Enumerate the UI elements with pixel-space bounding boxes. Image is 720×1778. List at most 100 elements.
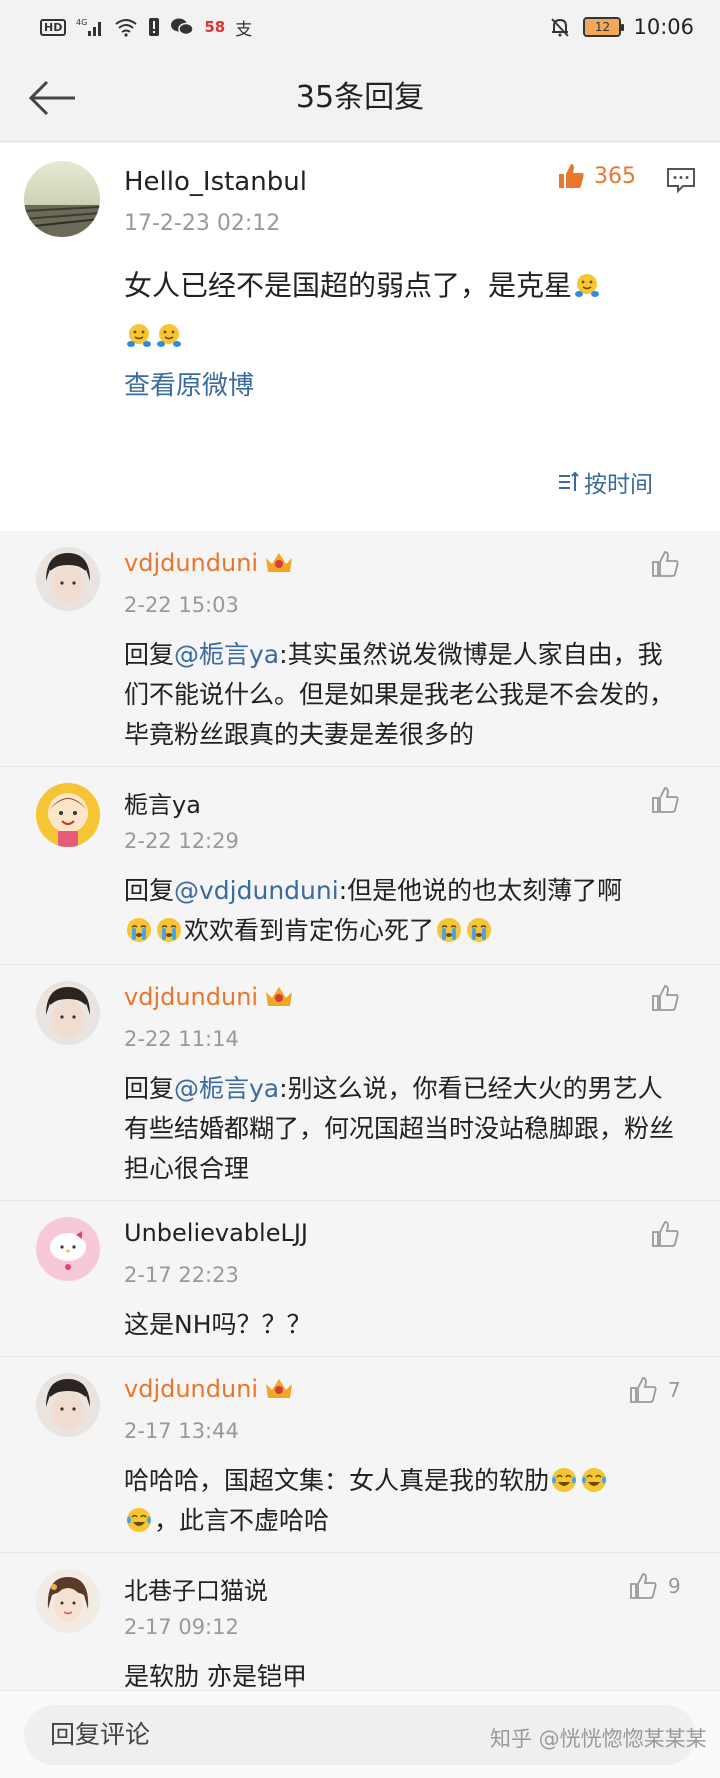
comment-username[interactable]: UnbelievableLJJ — [124, 1219, 308, 1247]
arrow-left-icon — [28, 80, 75, 116]
post-like-count: 365 — [594, 163, 636, 189]
app-58-icon: 58 — [204, 18, 226, 36]
comment-icon — [667, 168, 695, 194]
svg-text:4G: 4G — [76, 18, 87, 27]
sort-by-time-button[interactable]: 按时间 — [558, 465, 653, 499]
crying-emoji-icon — [437, 918, 462, 942]
thumbs-up-icon — [559, 164, 584, 188]
comment-text: 哈哈哈，国超文集：女人真是我的软肋 ，此言不虚哈哈 — [124, 1461, 684, 1541]
comment-item: 北巷子口猫说 2-17 09:12 9 是软肋 亦是铠甲 — [0, 1553, 720, 1693]
status-time: 10:06 — [633, 15, 694, 39]
reply-prefix: 回复 — [124, 1074, 175, 1103]
thumbs-up-icon — [652, 985, 679, 1011]
avatar[interactable] — [36, 1217, 100, 1281]
nav-bar: 35条回复 — [0, 54, 720, 142]
hug-emoji-icon — [575, 274, 600, 297]
sort-icon — [559, 471, 579, 491]
reply-prefix: 回复 — [124, 876, 175, 905]
comment-body-continued: 欢欢看到肯定伤心死了 — [184, 916, 435, 945]
avatar[interactable] — [36, 783, 100, 847]
wechat-icon — [170, 17, 195, 37]
comment-button[interactable] — [666, 165, 698, 197]
comment-item: vdjdunduni 2-22 15:03 回复@栀言ya:其实虽然说发微博是人… — [0, 531, 720, 767]
username-text: 北巷子口猫说 — [124, 1577, 268, 1605]
thumbs-up-icon — [652, 1221, 679, 1247]
comment-like-button[interactable] — [650, 785, 680, 815]
page-title: 35条回复 — [295, 80, 425, 115]
comment-body: 这是NH吗？？？ — [124, 1310, 312, 1339]
comment-like-button[interactable]: 9 — [628, 1571, 681, 1601]
hug-emoji-icon — [157, 324, 181, 347]
laugh-cry-emoji-icon — [127, 1508, 151, 1532]
comment-body: :但是他说的也太刻薄了啊 — [338, 876, 623, 905]
comment-text: 回复@栀言ya:其实虽然说发微博是人家自由，我们不能说什么。但是如果是我老公我是… — [124, 635, 684, 755]
hug-emoji-icon — [127, 324, 151, 347]
mention-link[interactable]: @vdjdunduni — [174, 876, 339, 905]
battery-level: 12 — [585, 19, 620, 35]
comment-like-button[interactable]: 7 — [628, 1375, 681, 1405]
thumbs-up-icon — [630, 1573, 657, 1599]
username-text: vdjdunduni — [124, 549, 259, 577]
mute-bell-icon — [549, 16, 571, 38]
avatar[interactable] — [36, 1569, 100, 1633]
comment-like-button[interactable] — [650, 1219, 680, 1249]
original-post: Hello_Istanbul 17-2-23 02:12 365 女人已经不是国… — [0, 143, 720, 531]
comment-like-button[interactable] — [650, 549, 680, 579]
comment-item: UnbelievableLJJ 2-17 22:23 这是NH吗？？？ — [0, 1201, 720, 1357]
comment-body: 是软肋 亦是铠甲 — [124, 1662, 307, 1691]
comment-timestamp: 2-17 22:23 — [124, 1263, 239, 1287]
post-timestamp: 17-2-23 02:12 — [124, 211, 281, 236]
signal-icon: 4G — [76, 17, 104, 37]
comment-like-button[interactable] — [650, 983, 680, 1013]
comment-timestamp: 2-17 09:12 — [124, 1615, 239, 1639]
reply-prefix: 回复 — [124, 640, 175, 669]
sort-label: 按时间 — [584, 472, 653, 498]
alert-icon — [148, 17, 160, 37]
comment-item: 栀言ya 2-22 12:29 回复@vdjdunduni:但是他说的也太刻薄了… — [0, 767, 720, 965]
crying-emoji-icon — [467, 918, 492, 942]
thumbs-up-icon — [652, 787, 679, 813]
username-text: vdjdunduni — [124, 983, 259, 1011]
vip-crown-icon — [266, 1379, 293, 1398]
avatar[interactable] — [36, 1373, 100, 1437]
reply-bar: 回复评论 知乎 @恍恍惚惚某某某 — [0, 1690, 720, 1778]
mention-link[interactable]: @栀言ya — [174, 1074, 279, 1103]
mention-link[interactable]: @栀言ya — [174, 640, 279, 669]
comment-text: 回复@栀言ya:别这么说，你看已经大火的男艺人 有些结婚都糊了，何况国超当时没站… — [124, 1069, 684, 1189]
comment-text: 这是NH吗？？？ — [124, 1305, 684, 1345]
avatar[interactable] — [36, 981, 100, 1045]
status-bar: HD 4G 58 支 12 10:06 — [0, 0, 720, 54]
avatar[interactable] — [36, 547, 100, 611]
comment-username[interactable]: 栀言ya — [124, 785, 201, 820]
post-text-content: 女人已经不是国超的弱点了，是克星 — [124, 269, 573, 302]
thumbs-up-icon — [630, 1377, 657, 1403]
battery-icon: 12 — [583, 17, 625, 37]
hd-icon: HD — [40, 18, 67, 36]
laugh-cry-emoji-icon — [552, 1468, 577, 1492]
comment-timestamp: 2-22 15:03 — [124, 593, 239, 617]
vip-crown-icon — [266, 987, 293, 1006]
comment-body-continued: ，此言不虚哈哈 — [154, 1506, 330, 1535]
reply-comment-input[interactable]: 回复评论 — [24, 1705, 696, 1765]
crying-emoji-icon — [157, 918, 181, 942]
vip-crown-icon — [266, 553, 293, 572]
avatar[interactable] — [24, 161, 100, 237]
comment-username[interactable]: vdjdunduni — [124, 1375, 294, 1403]
post-like-button[interactable]: 365 — [556, 161, 636, 191]
comment-text: 回复@vdjdunduni:但是他说的也太刻薄了啊欢欢看到肯定伤心死了 — [124, 871, 684, 951]
username-text: UnbelievableLJJ — [124, 1219, 308, 1247]
post-username[interactable]: Hello_Istanbul — [124, 167, 307, 197]
like-count: 7 — [668, 1378, 681, 1402]
back-button[interactable] — [24, 74, 80, 122]
crying-emoji-icon — [127, 918, 151, 942]
comment-username[interactable]: 北巷子口猫说 — [124, 1571, 268, 1606]
username-text: vdjdunduni — [124, 1375, 259, 1403]
comment-username[interactable]: vdjdunduni — [124, 549, 294, 577]
laugh-cry-emoji-icon — [582, 1468, 607, 1492]
username-text: 栀言ya — [124, 791, 201, 819]
comment-body: 哈哈哈，国超文集：女人真是我的软肋 — [124, 1466, 550, 1495]
comment-item: vdjdunduni 2-17 13:44 7 哈哈哈，国超文集：女人真是我的软… — [0, 1357, 720, 1553]
comment-username[interactable]: vdjdunduni — [124, 983, 294, 1011]
view-original-link[interactable]: 查看原微博 — [124, 365, 254, 402]
comment-timestamp: 2-22 12:29 — [124, 829, 239, 853]
